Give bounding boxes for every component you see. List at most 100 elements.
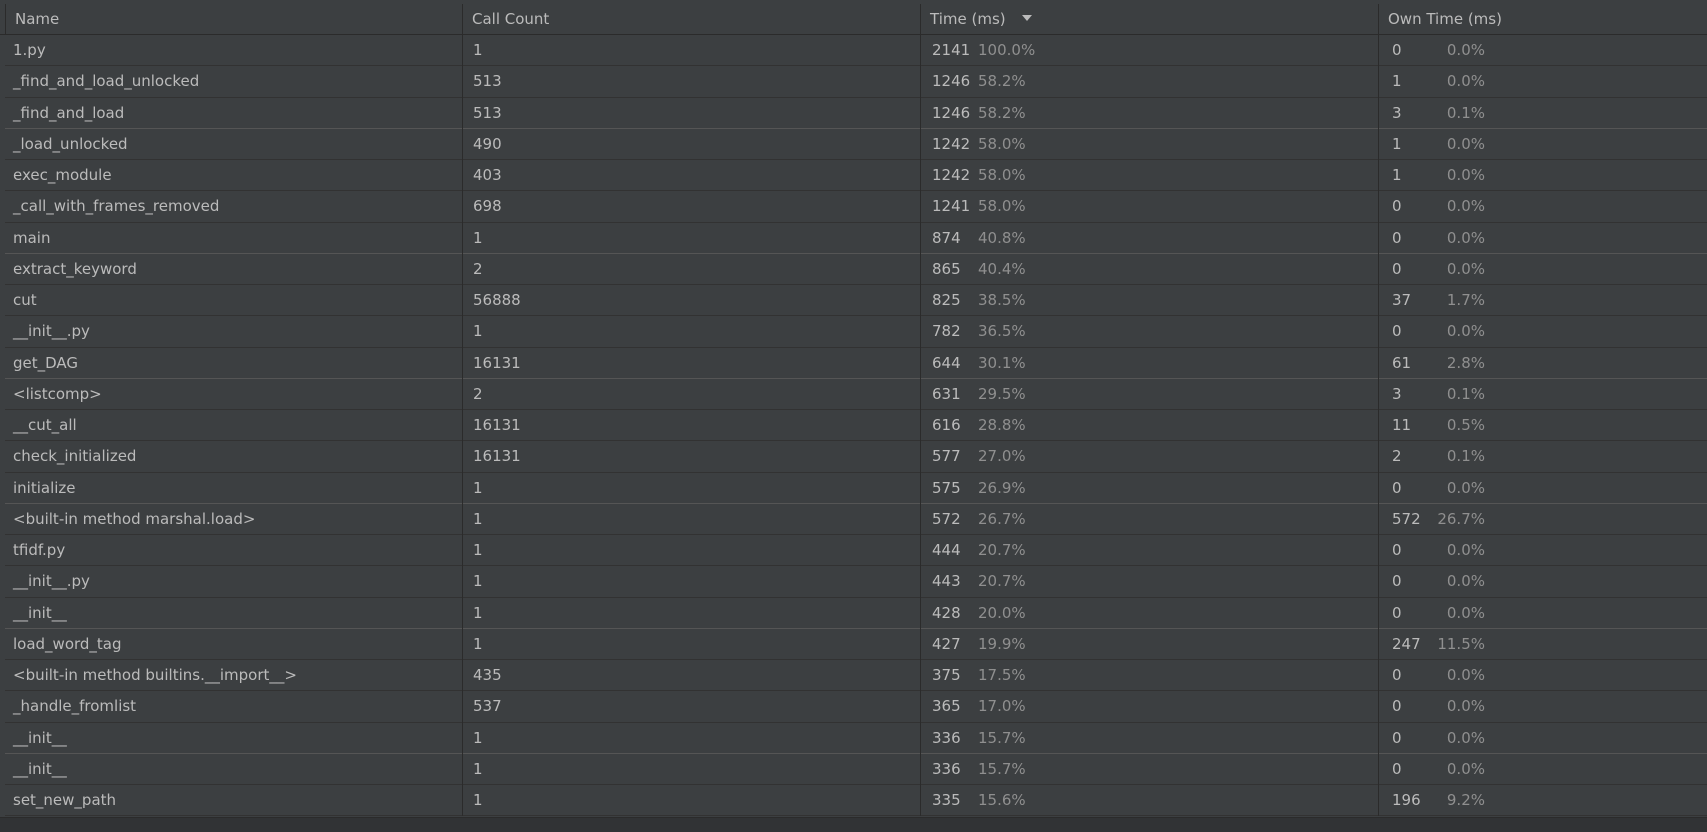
- time-percent: 15.7%: [978, 759, 1026, 778]
- function-name: load_word_tag: [13, 634, 122, 653]
- own-time-percent: 1.7%: [1446, 291, 1485, 309]
- cell-name: <built-in method marshal.load>: [5, 503, 463, 535]
- call-count-value: 1: [473, 728, 483, 747]
- time-percent: 30.1%: [978, 353, 1026, 372]
- table-row[interactable]: initialize 1 575 26.9% 0 0.0%: [5, 472, 1707, 504]
- table-row[interactable]: set_new_path 1 335 15.6% 196 9.2%: [5, 785, 1707, 817]
- own-time-percent: 0.0%: [1446, 166, 1485, 184]
- table-row[interactable]: __init__ 1 428 20.0% 0 0.0%: [5, 597, 1707, 629]
- table-row[interactable]: _find_and_load_unlocked 513 1246 58.2% 1 0.0%: [5, 66, 1707, 98]
- own-time-value: 0: [1392, 197, 1402, 216]
- time-value: 428: [932, 603, 961, 622]
- table-row[interactable]: _call_with_frames_removed 698 1241 58.0% 0 0.…: [5, 191, 1707, 223]
- own-time-value: 37: [1392, 291, 1412, 309]
- table-row[interactable]: extract_keyword 2 865 40.4% 0 0.0%: [5, 253, 1707, 285]
- time-percent: 40.8%: [978, 228, 1026, 247]
- table-row[interactable]: __init__ 1 336 15.7% 0 0.0%: [5, 753, 1707, 785]
- function-name: tfidf.py: [13, 541, 66, 559]
- cell-time: 1241 58.0%: [921, 191, 1379, 223]
- time-percent: 58.0%: [978, 197, 1026, 216]
- function-name: <listcomp>: [13, 384, 102, 403]
- cell-name: __init__: [5, 597, 463, 629]
- cell-call-count: 1: [463, 316, 921, 348]
- table-row[interactable]: __init__.py 1 443 20.7% 0 0.0%: [5, 566, 1707, 598]
- cell-time: 575 26.9%: [921, 472, 1379, 504]
- call-count-value: 1: [473, 228, 483, 247]
- own-time-percent: 0.0%: [1446, 541, 1485, 559]
- own-time-value: 0: [1392, 322, 1402, 341]
- table-row[interactable]: load_word_tag 1 427 19.9% 247 11.5%: [5, 628, 1707, 660]
- time-value: 1242: [932, 134, 971, 153]
- column-header-own-time[interactable]: Own Time (ms): [1379, 4, 1707, 35]
- horizontal-scrollbar[interactable]: [0, 817, 1707, 832]
- cell-time: 1246 58.2%: [921, 97, 1379, 129]
- own-time-percent: 0.0%: [1446, 322, 1485, 341]
- column-header-call-count[interactable]: Call Count: [463, 4, 921, 35]
- table-row[interactable]: _find_and_load 513 1246 58.2% 3 0.1%: [5, 97, 1707, 129]
- cell-call-count: 1: [463, 503, 921, 535]
- time-value: 575: [932, 478, 961, 497]
- call-count-value: 2: [473, 384, 483, 403]
- table-row[interactable]: <listcomp> 2 631 29.5% 3 0.1%: [5, 378, 1707, 410]
- cell-call-count: 2: [463, 253, 921, 285]
- table-row[interactable]: __init__.py 1 782 36.5% 0 0.0%: [5, 316, 1707, 348]
- own-time-value: 61: [1392, 353, 1412, 372]
- column-header-time[interactable]: Time (ms): [921, 4, 1379, 35]
- function-name: cut: [13, 291, 37, 309]
- call-count-value: 1: [473, 478, 483, 497]
- column-header-name[interactable]: Name: [5, 4, 463, 35]
- cell-call-count: 1: [463, 472, 921, 504]
- table-row[interactable]: <built-in method marshal.load> 1 572 26.7% 5…: [5, 503, 1707, 535]
- table-row[interactable]: __init__ 1 336 15.7% 0 0.0%: [5, 722, 1707, 754]
- cell-name: check_initialized: [5, 441, 463, 473]
- cell-call-count: 1: [463, 35, 921, 67]
- time-value: 644: [932, 353, 961, 372]
- table-row[interactable]: get_DAG 16131 644 30.1% 61 2.8%: [5, 347, 1707, 379]
- cell-own-time: 196 9.2%: [1379, 785, 1707, 816]
- cell-name: extract_keyword: [5, 253, 463, 285]
- function-name: exec_module: [13, 166, 112, 184]
- table-row[interactable]: tfidf.py 1 444 20.7% 0 0.0%: [5, 535, 1707, 567]
- time-value: 375: [932, 666, 961, 684]
- time-percent: 38.5%: [978, 291, 1026, 309]
- cell-own-time: 0 0.0%: [1379, 598, 1707, 629]
- cell-time: 443 20.7%: [921, 566, 1379, 598]
- cell-time: 1246 58.2%: [921, 66, 1379, 98]
- cell-time: 631 29.5%: [921, 378, 1379, 410]
- function-name: check_initialized: [13, 447, 137, 466]
- column-header-name-label: Name: [15, 10, 60, 28]
- function-name: _call_with_frames_removed: [13, 197, 220, 216]
- time-percent: 28.8%: [978, 416, 1026, 434]
- table-row[interactable]: _handle_fromlist 537 365 17.0% 0 0.0%: [5, 691, 1707, 723]
- cell-time: 444 20.7%: [921, 535, 1379, 567]
- own-time-percent: 0.1%: [1446, 103, 1485, 122]
- own-time-value: 2: [1392, 447, 1402, 466]
- cell-call-count: 1: [463, 566, 921, 598]
- own-time-percent: 0.0%: [1446, 728, 1485, 747]
- call-count-value: 1: [473, 634, 483, 653]
- table-row[interactable]: _load_unlocked 490 1242 58.0% 1 0.0%: [5, 128, 1707, 160]
- table-row[interactable]: __cut_all 16131 616 28.8% 11 0.5%: [5, 410, 1707, 442]
- call-count-value: 698: [473, 197, 502, 216]
- table-row[interactable]: main 1 874 40.8% 0 0.0%: [5, 222, 1707, 254]
- cell-own-time: 0 0.0%: [1379, 191, 1707, 222]
- time-value: 336: [932, 759, 961, 778]
- table-row[interactable]: check_initialized 16131 577 27.0% 2 0.1%: [5, 441, 1707, 473]
- time-value: 572: [932, 509, 961, 528]
- cell-call-count: 16131: [463, 410, 921, 442]
- table-row[interactable]: exec_module 403 1242 58.0% 1 0.0%: [5, 160, 1707, 192]
- cell-own-time: 11 0.5%: [1379, 410, 1707, 441]
- table-row[interactable]: 1.py 1 2141 100.0% 0 0.0%: [5, 35, 1707, 67]
- cell-call-count: 16131: [463, 441, 921, 473]
- cell-own-time: 0 0.0%: [1379, 35, 1707, 66]
- table-row[interactable]: <built-in method builtins.__import__> 435…: [5, 660, 1707, 692]
- table-row[interactable]: cut 56888 825 38.5% 37 1.7%: [5, 285, 1707, 317]
- time-percent: 40.4%: [978, 259, 1026, 278]
- time-percent: 26.7%: [978, 509, 1026, 528]
- own-time-value: 0: [1392, 728, 1402, 747]
- time-percent: 17.5%: [978, 666, 1026, 684]
- cell-own-time: 0 0.0%: [1379, 535, 1707, 566]
- time-percent: 100.0%: [978, 41, 1036, 59]
- time-value: 444: [932, 541, 961, 559]
- table-header: Name Call Count Time (ms) Own Time (ms): [0, 4, 1707, 35]
